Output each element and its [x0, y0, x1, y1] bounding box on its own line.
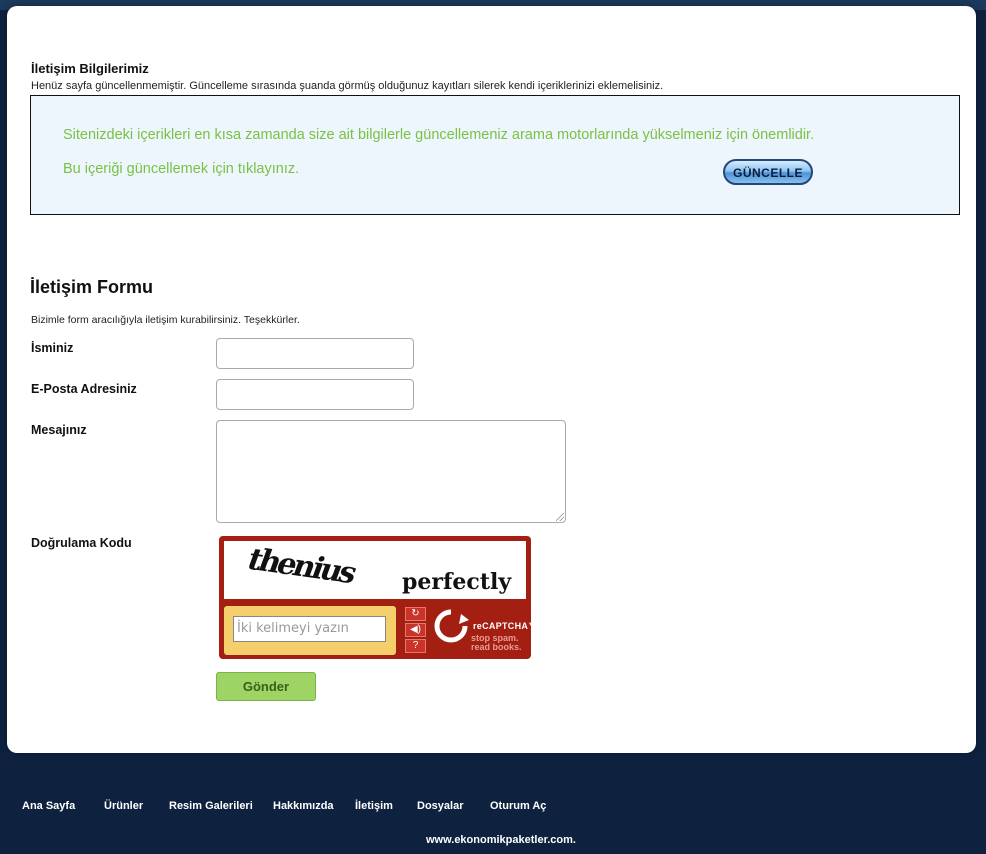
- footer-url: www.ekonomikpaketler.com.: [426, 834, 576, 846]
- captcha-image: thenius perfectly: [224, 541, 526, 599]
- recaptcha-tagline-2: read books.: [471, 642, 522, 652]
- recaptcha-tagline: stop spam. read books.: [471, 634, 522, 652]
- update-notice-box: Sitenizdeki içerikleri en kısa zamanda s…: [30, 95, 960, 215]
- form-subtitle: Bizimle form aracılığıyla iletişim kurab…: [31, 314, 300, 326]
- form-title: İletişim Formu: [30, 277, 154, 297]
- captcha-word-1: thenius: [242, 542, 360, 591]
- help-icon[interactable]: ?: [405, 639, 426, 653]
- footer-link-products[interactable]: Ürünler: [104, 800, 143, 812]
- captcha-response-input[interactable]: İki kelimeyi yazın: [233, 616, 386, 642]
- recaptcha-widget: thenius perfectly İki kelimeyi yazın ↻ ◀…: [219, 536, 537, 659]
- info-title: İletişim Bilgilerimiz: [31, 61, 149, 76]
- name-label: İsminiz: [31, 341, 74, 355]
- update-button[interactable]: GÜNCELLE: [723, 159, 813, 185]
- audio-icon[interactable]: ◀): [405, 623, 426, 637]
- footer-link-files[interactable]: Dosyalar: [417, 800, 463, 812]
- info-text: Henüz sayfa güncellenmemiştir. Güncellem…: [31, 80, 664, 92]
- name-input[interactable]: [216, 338, 414, 369]
- message-textarea[interactable]: [216, 420, 566, 523]
- recaptcha-brand: reCAPTCHA™: [473, 621, 538, 631]
- recaptcha-logo-icon: [434, 609, 469, 643]
- submit-button[interactable]: Gönder: [216, 672, 316, 701]
- footer-link-galleries[interactable]: Resim Galerileri: [169, 800, 253, 812]
- footer-link-home[interactable]: Ana Sayfa: [22, 800, 75, 812]
- email-input[interactable]: [216, 379, 414, 410]
- footer-link-login[interactable]: Oturum Aç: [490, 800, 546, 812]
- notice-line-1: Sitenizdeki içerikleri en kısa zamanda s…: [63, 127, 815, 143]
- captcha-label: Doğrulama Kodu: [31, 536, 132, 550]
- email-label: E-Posta Adresiniz: [31, 382, 137, 396]
- footer-link-about[interactable]: Hakkımızda: [273, 800, 334, 812]
- captcha-word-2: perfectly: [402, 569, 512, 595]
- footer-link-contact[interactable]: İletişim: [355, 800, 393, 812]
- captcha-input-area: İki kelimeyi yazın: [224, 606, 396, 655]
- notice-line-2: Bu içeriği güncellemek için tıklayınız.: [63, 161, 300, 177]
- refresh-icon[interactable]: ↻: [405, 607, 426, 621]
- message-label: Mesajınız: [31, 423, 87, 437]
- resize-grip-icon[interactable]: [556, 513, 564, 521]
